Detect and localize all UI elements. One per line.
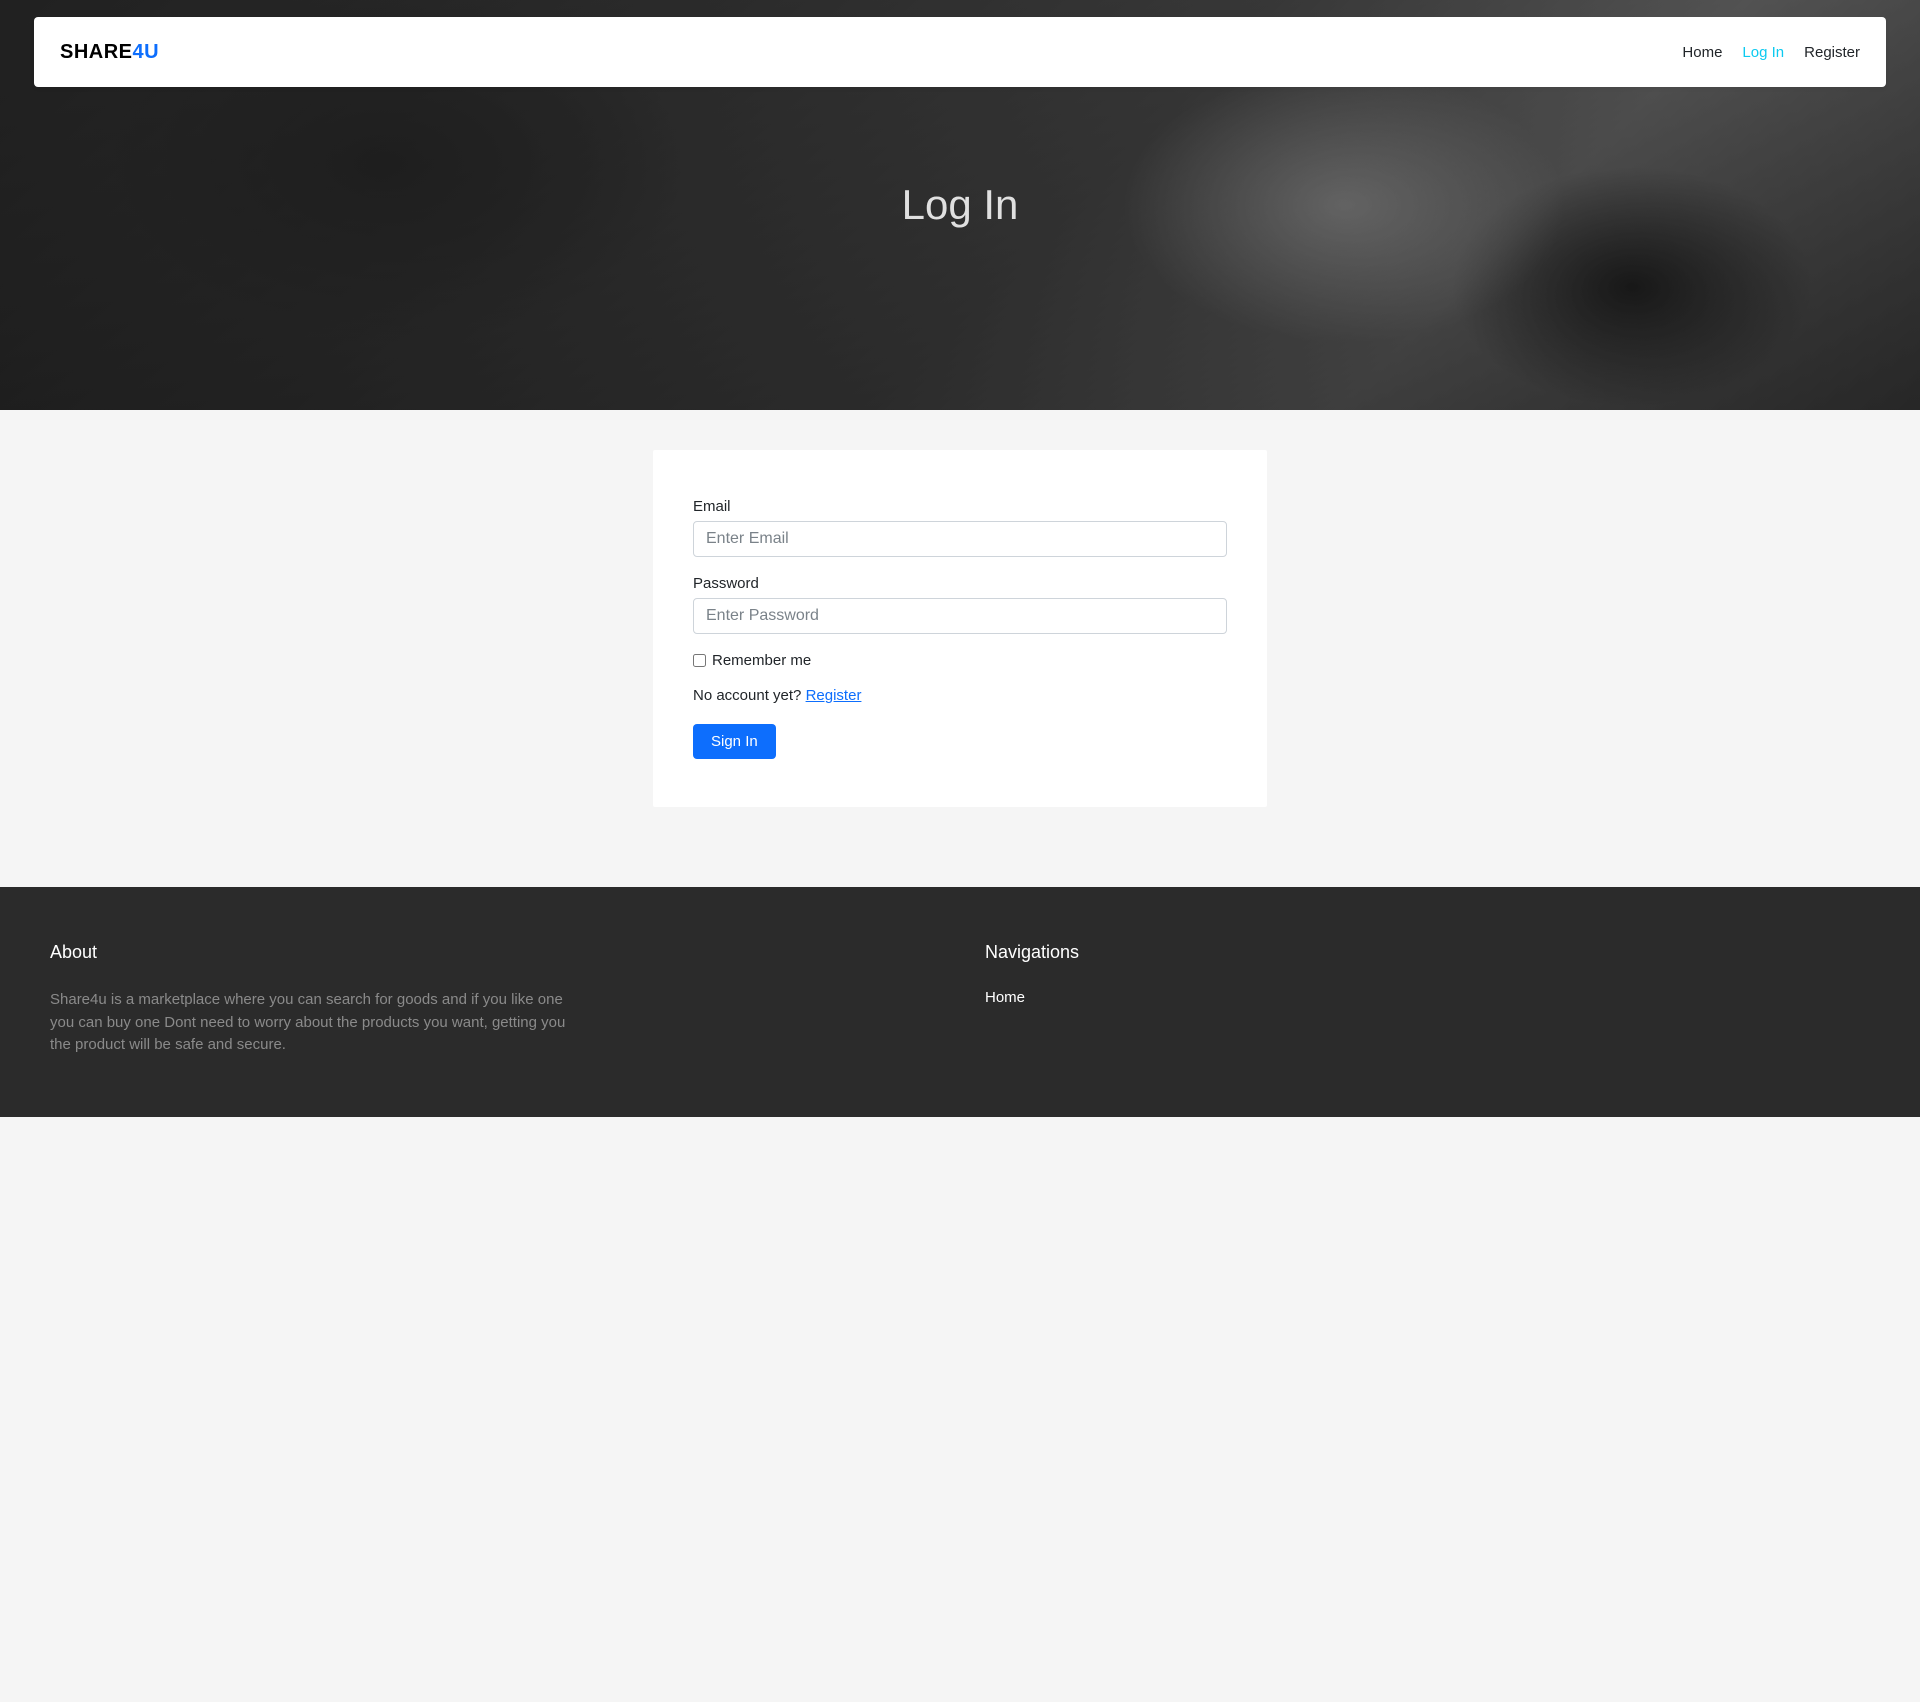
register-row: No account yet? Register (693, 687, 1227, 704)
brand-logo[interactable]: SHARE4U (60, 41, 159, 64)
footer: About Share4u is a marketplace where you… (0, 887, 1920, 1117)
register-link[interactable]: Register (806, 687, 862, 704)
footer-nav-heading: Navigations (985, 942, 1870, 963)
footer-inner: About Share4u is a marketplace where you… (50, 942, 1870, 1057)
remember-row: Remember me (693, 652, 1227, 669)
hero-section: SHARE4U Home Log In Register Log In (0, 0, 1920, 410)
page-title: Log In (902, 181, 1019, 229)
password-label: Password (693, 575, 1227, 592)
footer-about-text: Share4u is a marketplace where you can s… (50, 989, 570, 1057)
nav-register[interactable]: Register (1804, 44, 1860, 61)
login-card: Email Password Remember me No account ye… (653, 450, 1267, 807)
password-input[interactable] (693, 598, 1227, 634)
footer-about-heading: About (50, 942, 935, 963)
navbar: SHARE4U Home Log In Register (34, 17, 1886, 87)
footer-nav-col: Navigations Home (985, 942, 1870, 1057)
brand-part2: 4U (133, 41, 160, 63)
password-group: Password (693, 575, 1227, 634)
remember-checkbox[interactable] (693, 654, 706, 667)
remember-label: Remember me (712, 652, 811, 669)
footer-nav-home[interactable]: Home (985, 989, 1025, 1006)
brand-part1: SHARE (60, 41, 133, 63)
main-container: Email Password Remember me No account ye… (0, 410, 1920, 887)
email-label: Email (693, 498, 1227, 515)
email-input[interactable] (693, 521, 1227, 557)
no-account-text: No account yet? (693, 687, 806, 704)
footer-about-col: About Share4u is a marketplace where you… (50, 942, 935, 1057)
signin-button[interactable]: Sign In (693, 724, 776, 759)
email-group: Email (693, 498, 1227, 557)
nav-login[interactable]: Log In (1742, 44, 1784, 61)
nav-links: Home Log In Register (1682, 44, 1860, 61)
nav-home[interactable]: Home (1682, 44, 1722, 61)
